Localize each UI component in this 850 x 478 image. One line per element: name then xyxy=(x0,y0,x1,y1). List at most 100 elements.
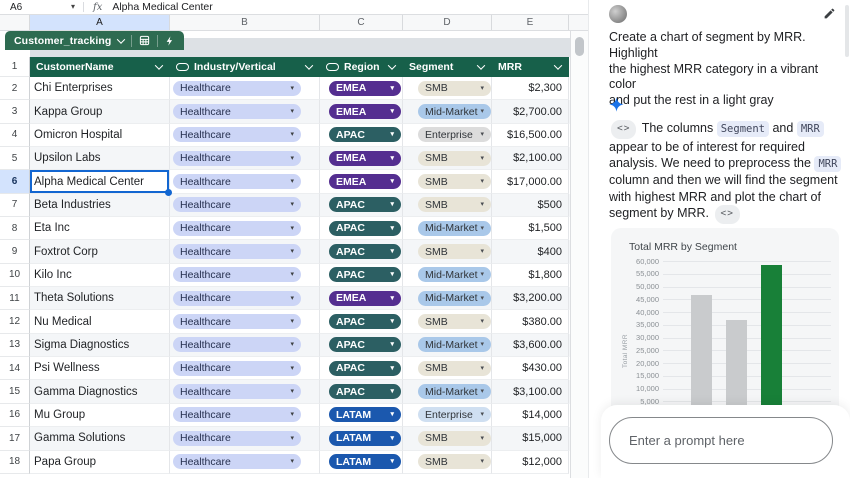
name-box-dropdown-icon[interactable]: ▾ xyxy=(71,3,75,11)
cell-mrr[interactable]: $12,000 xyxy=(492,450,569,474)
cell-region[interactable]: EMEA ▾ xyxy=(320,77,403,101)
cell-customer-name[interactable]: Psi Wellness xyxy=(30,357,170,381)
chevron-down-icon[interactable] xyxy=(387,61,397,70)
cell-mrr[interactable]: $3,100.00 xyxy=(492,380,569,404)
segment-pill[interactable]: Mid-Market ▾ xyxy=(418,267,491,283)
row-number[interactable]: 3 xyxy=(0,100,30,124)
column-header-mrr[interactable]: MRR xyxy=(492,57,569,77)
region-pill[interactable]: LATAM ▾ xyxy=(329,430,401,446)
segment-pill[interactable]: Mid-Market ▾ xyxy=(418,220,491,236)
cell-customer-name[interactable]: Sigma Diagnostics xyxy=(30,333,170,358)
row-number[interactable]: 11 xyxy=(0,287,30,311)
segment-pill[interactable]: SMB ▾ xyxy=(418,360,491,376)
panel-scrollbar[interactable] xyxy=(845,5,849,57)
cell-industry[interactable]: Healthcare ▾ xyxy=(170,287,320,311)
region-pill[interactable]: APAC ▾ xyxy=(329,360,401,376)
cell-segment[interactable]: SMB ▾ xyxy=(403,427,492,451)
cell-segment[interactable]: Mid-Market ▾ xyxy=(403,217,492,241)
segment-pill[interactable]: Mid-Market ▾ xyxy=(418,104,491,120)
cell-mrr[interactable]: $3,200.00 xyxy=(492,287,569,311)
cell-region[interactable]: APAC ▾ xyxy=(320,193,403,218)
cell-region[interactable]: APAC ▾ xyxy=(320,333,403,358)
cell-region[interactable]: EMEA ▾ xyxy=(320,170,403,194)
industry-pill[interactable]: Healthcare ▾ xyxy=(173,454,301,470)
cell-region[interactable]: APAC ▾ xyxy=(320,123,403,148)
column-header-customername[interactable]: CustomerName xyxy=(30,57,170,77)
industry-pill[interactable]: Healthcare ▾ xyxy=(173,430,301,446)
cell-customer-name[interactable]: Alpha Medical Center xyxy=(30,170,172,196)
cell-segment[interactable]: Enterprise ▾ xyxy=(403,403,492,428)
segment-pill[interactable]: SMB ▾ xyxy=(418,174,491,190)
cell-customer-name[interactable]: Nu Medical xyxy=(30,310,170,334)
cell-region[interactable]: LATAM ▾ xyxy=(320,427,403,451)
cell-customer-name[interactable]: Theta Solutions xyxy=(30,287,170,311)
lightning-bolt-icon[interactable] xyxy=(165,35,175,47)
industry-pill[interactable]: Healthcare ▾ xyxy=(173,104,301,120)
segment-pill[interactable]: SMB ▾ xyxy=(418,430,491,446)
region-pill[interactable]: APAC ▾ xyxy=(329,384,401,400)
chevron-down-icon[interactable] xyxy=(154,61,164,70)
industry-pill[interactable]: Healthcare ▾ xyxy=(173,290,301,306)
segment-pill[interactable]: SMB ▾ xyxy=(418,454,491,470)
industry-pill[interactable]: Healthcare ▾ xyxy=(173,220,301,236)
row-number[interactable]: 6 xyxy=(0,170,30,194)
row-number[interactable]: 13 xyxy=(0,333,30,358)
chevron-down-icon[interactable] xyxy=(304,61,314,70)
cell-mrr[interactable]: $2,100.00 xyxy=(492,147,569,171)
cell-mrr[interactable]: $380.00 xyxy=(492,310,569,334)
cell-region[interactable]: APAC ▾ xyxy=(320,263,403,288)
cell-customer-name[interactable]: Kilo Inc xyxy=(30,263,170,288)
select-all-corner[interactable] xyxy=(0,15,30,30)
row-number[interactable]: 5 xyxy=(0,147,30,171)
prompt-input[interactable] xyxy=(609,417,833,464)
cell-segment[interactable]: SMB ▾ xyxy=(403,310,492,334)
cell-region[interactable]: EMEA ▾ xyxy=(320,147,403,171)
cell-industry[interactable]: Healthcare ▾ xyxy=(170,77,320,101)
cell-mrr[interactable]: $1,500 xyxy=(492,217,569,241)
row-number[interactable]: 2 xyxy=(0,77,30,101)
cell-region[interactable]: LATAM ▾ xyxy=(320,403,403,428)
cell-segment[interactable]: SMB ▾ xyxy=(403,240,492,264)
cell-mrr[interactable]: $500 xyxy=(492,193,569,218)
row-number[interactable]: 15 xyxy=(0,380,30,404)
industry-pill[interactable]: Healthcare ▾ xyxy=(173,174,301,190)
region-pill[interactable]: EMEA ▾ xyxy=(329,150,401,166)
row-number[interactable]: 18 xyxy=(0,450,30,474)
segment-pill[interactable]: SMB ▾ xyxy=(418,314,491,330)
cell-mrr[interactable]: $3,600.00 xyxy=(492,333,569,358)
column-header-region[interactable]: Region xyxy=(320,57,403,77)
cell-segment[interactable]: SMB ▾ xyxy=(403,77,492,101)
cell-industry[interactable]: Healthcare ▾ xyxy=(170,357,320,381)
column-header-segment[interactable]: Segment xyxy=(403,57,492,77)
cell-customer-name[interactable]: Eta Inc xyxy=(30,217,170,241)
row-number[interactable]: 1 xyxy=(0,57,30,77)
cell-mrr[interactable]: $16,500.00 xyxy=(492,123,569,148)
cell-industry[interactable]: Healthcare ▾ xyxy=(170,427,320,451)
fill-handle[interactable] xyxy=(165,188,172,196)
cell-mrr[interactable]: $2,700.00 xyxy=(492,100,569,124)
region-pill[interactable]: APAC ▾ xyxy=(329,267,401,283)
column-letter-d[interactable]: D xyxy=(403,15,492,30)
cell-industry[interactable]: Healthcare ▾ xyxy=(170,100,320,124)
scrollbar-thumb[interactable] xyxy=(575,37,584,56)
industry-pill[interactable]: Healthcare ▾ xyxy=(173,197,301,213)
column-header-industry-vertical[interactable]: Industry/Vertical xyxy=(170,57,320,77)
cell-industry[interactable]: Healthcare ▾ xyxy=(170,193,320,218)
row-number[interactable]: 10 xyxy=(0,263,30,288)
row-number[interactable]: 12 xyxy=(0,310,30,334)
cell-region[interactable]: EMEA ▾ xyxy=(320,100,403,124)
cell-customer-name[interactable]: Foxtrot Corp xyxy=(30,240,170,264)
row-number[interactable]: 9 xyxy=(0,240,30,264)
industry-pill[interactable]: Healthcare ▾ xyxy=(173,384,301,400)
cell-industry[interactable]: Healthcare ▾ xyxy=(170,263,320,288)
segment-pill[interactable]: SMB ▾ xyxy=(418,80,491,96)
cell-segment[interactable]: SMB ▾ xyxy=(403,147,492,171)
industry-pill[interactable]: Healthcare ▾ xyxy=(173,314,301,330)
chevron-down-icon[interactable] xyxy=(553,61,563,70)
cell-customer-name[interactable]: Upsilon Labs xyxy=(30,147,170,171)
row-number[interactable]: 7 xyxy=(0,193,30,218)
cell-region[interactable]: APAC ▾ xyxy=(320,380,403,404)
segment-pill[interactable]: Mid-Market ▾ xyxy=(418,384,491,400)
industry-pill[interactable]: Healthcare ▾ xyxy=(173,407,301,423)
formula-value[interactable]: Alpha Medical Center xyxy=(112,1,212,13)
